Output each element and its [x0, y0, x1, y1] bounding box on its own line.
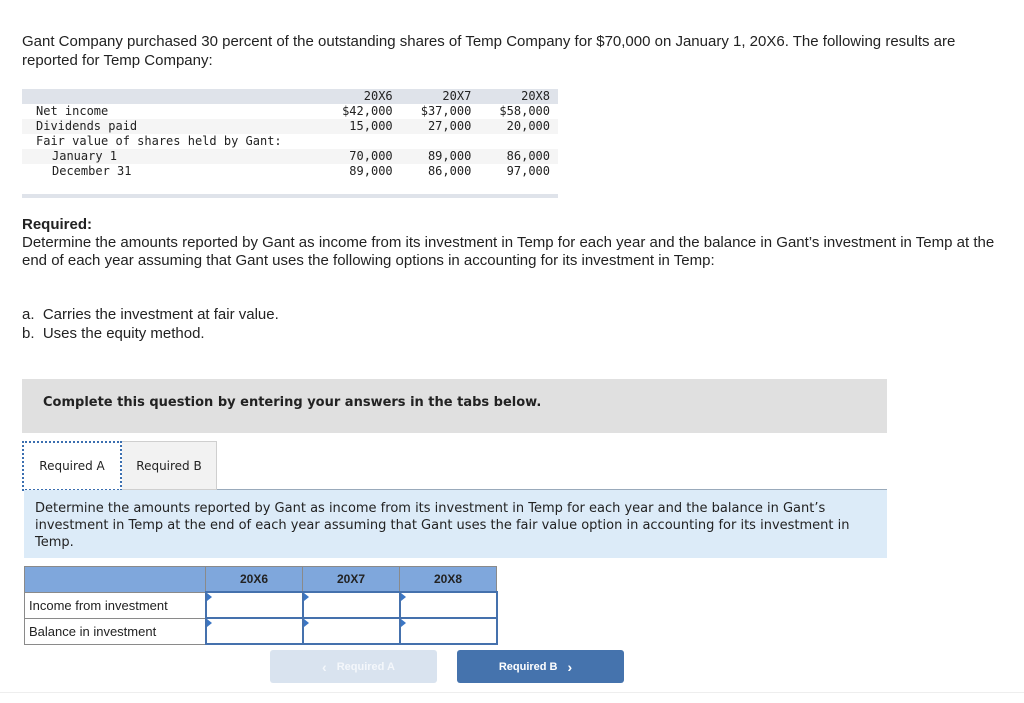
year-header: 20X8 — [479, 89, 558, 104]
year-header: 20X7 — [302, 566, 400, 593]
row-label: Income from investment — [24, 591, 206, 619]
row-label: January 1 — [22, 149, 322, 164]
balance-20x7-input[interactable] — [303, 619, 403, 643]
instructions-banner: Complete this question by entering your … — [22, 379, 887, 433]
banner-text: Complete this question by entering your … — [43, 395, 542, 410]
year-header: 20X7 — [400, 89, 480, 104]
tab-required-b[interactable]: Required B — [122, 441, 217, 490]
chevron-right-icon: › — [567, 658, 573, 675]
cell: $58,000 — [499, 104, 550, 118]
option-b: b. Uses the equity method. — [22, 325, 205, 342]
income-20x7-input[interactable] — [303, 593, 403, 617]
required-text: Determine the amounts reported by Gant a… — [22, 234, 995, 269]
answer-row: Income from investment — [24, 591, 500, 619]
prev-button-label: Required A — [336, 660, 395, 673]
year-header: 20X6 — [205, 566, 303, 593]
footer-divider — [0, 692, 1024, 693]
table-row: January 1 70,000 89,000 86,000 — [22, 149, 558, 164]
table-row: December 31 89,000 86,000 97,000 — [22, 164, 558, 179]
cell: $42,000 — [342, 104, 393, 118]
income-20x6-input[interactable] — [206, 593, 306, 617]
row-label: Dividends paid — [22, 119, 322, 134]
cell: $37,000 — [420, 104, 472, 118]
balance-20x6-input[interactable] — [206, 619, 306, 643]
year-header: 20X8 — [399, 566, 497, 593]
next-required-b-button[interactable]: Required B › — [457, 650, 624, 683]
options-list: a. Carries the investment at fair value.… — [22, 305, 279, 343]
balance-20x8-input[interactable] — [400, 619, 500, 643]
cell: 20,000 — [479, 119, 558, 134]
table-row: Net income $42,000 $37,000 $58,000 — [22, 104, 558, 119]
tab-required-a[interactable]: Required A — [22, 441, 122, 491]
option-a: a. Carries the investment at fair value. — [22, 306, 279, 323]
data-table: 20X6 20X7 20X8 Net income $42,000 $37,00… — [22, 89, 558, 198]
next-button-label: Required B — [498, 660, 558, 673]
table-row: Dividends paid 15,000 27,000 20,000 — [22, 119, 558, 134]
answer-row: Balance in investment — [24, 617, 500, 645]
cell: 86,000 — [427, 164, 472, 178]
income-20x8-input[interactable] — [400, 593, 500, 617]
cell: 70,000 — [322, 149, 401, 164]
header-blank — [24, 566, 206, 593]
cell: 86,000 — [479, 149, 558, 164]
row-label: Fair value of shares held by Gant: — [36, 134, 282, 148]
tab-instruction-text: Determine the amounts reported by Gant a… — [35, 501, 850, 550]
data-table-header: 20X6 20X7 20X8 — [22, 89, 558, 104]
row-label: Balance in investment — [24, 617, 206, 645]
row-label: December 31 — [52, 164, 132, 178]
prev-required-a-button[interactable]: ‹ Required A — [270, 650, 437, 683]
year-header: 20X6 — [322, 89, 401, 104]
table-row: Fair value of shares held by Gant: — [22, 134, 558, 149]
cell: 27,000 — [400, 119, 480, 134]
table-footer-bar — [22, 194, 558, 198]
tab-instruction-panel: Determine the amounts reported by Gant a… — [24, 490, 887, 558]
answer-header-row: 20X6 20X7 20X8 — [24, 566, 497, 593]
answer-table: 20X6 20X7 20X8 Income from investment Ba… — [24, 566, 500, 645]
row-label: Net income — [36, 104, 109, 118]
cell: 97,000 — [506, 164, 550, 178]
chevron-left-icon: ‹ — [322, 658, 327, 675]
tab-bar: Required A Required B — [22, 441, 217, 491]
cell: 15,000 — [322, 119, 401, 134]
cell: 89,000 — [400, 149, 480, 164]
problem-intro: Gant Company purchased 30 percent of the… — [22, 33, 956, 69]
required-title: Required: — [22, 216, 93, 233]
cell: 89,000 — [349, 164, 393, 178]
